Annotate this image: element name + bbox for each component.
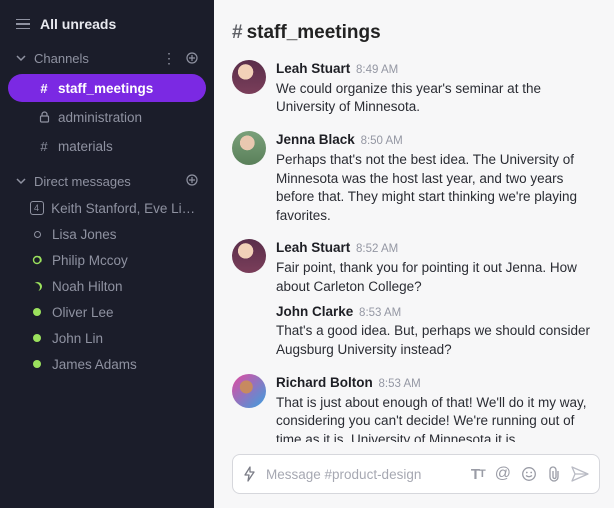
- message-row: Richard Bolton 8:53 AMThat is just about…: [232, 374, 596, 442]
- channel-label: administration: [58, 110, 142, 125]
- presence-icon: [28, 282, 46, 291]
- message-input[interactable]: [266, 467, 461, 482]
- lightning-icon[interactable]: [243, 466, 256, 482]
- message-header: Leah Stuart 8:52 AM: [276, 239, 596, 258]
- formatting-icon[interactable]: TT: [471, 466, 485, 483]
- presence-icon: [28, 334, 46, 342]
- attachment-icon[interactable]: [547, 466, 561, 482]
- sidebar-dm-item[interactable]: James Adams: [0, 351, 214, 377]
- dm-name: Oliver Lee: [52, 305, 114, 320]
- message-composer[interactable]: TT @: [232, 454, 600, 494]
- presence-icon: [28, 308, 46, 316]
- message-body: Leah Stuart 8:52 AMFair point, thank you…: [276, 239, 596, 296]
- message-row: Leah Stuart 8:52 AMFair point, thank you…: [232, 239, 596, 296]
- presence-icon: [28, 255, 46, 265]
- main-panel: # staff_meetings Leah Stuart 8:49 AMWe c…: [214, 0, 614, 508]
- sidebar-dm-item[interactable]: Oliver Lee: [0, 299, 214, 325]
- dm-name: Keith Stanford, Eve Libe...: [51, 201, 200, 216]
- presence-icon: 4: [28, 201, 45, 215]
- message-text: Perhaps that's not the best idea. The Un…: [276, 151, 596, 226]
- message-time: 8:50 AM: [361, 135, 403, 147]
- message-header: Richard Bolton 8:53 AM: [276, 374, 596, 393]
- more-icon[interactable]: ⋮: [162, 50, 176, 67]
- message-text: That is just about enough of that! We'll…: [276, 394, 596, 442]
- dms-label: Direct messages: [34, 174, 176, 189]
- message-author: Jenna Black: [276, 132, 355, 147]
- hash-icon: #: [232, 22, 243, 44]
- avatar: [232, 239, 266, 273]
- message-body: Leah Stuart 8:49 AMWe could organize thi…: [276, 60, 596, 117]
- message-time: 8:49 AM: [356, 64, 398, 76]
- message-row: Leah Stuart 8:49 AMWe could organize thi…: [232, 60, 596, 117]
- message-body: John Clarke 8:53 AMThat's a good idea. B…: [276, 303, 596, 360]
- chevron-down-icon: [16, 51, 26, 66]
- message-text: That's a good idea. But, perhaps we shou…: [276, 322, 596, 359]
- message-header: Jenna Black 8:50 AM: [276, 131, 596, 150]
- dms-section-header[interactable]: Direct messages: [0, 167, 214, 195]
- message-time: 8:52 AM: [356, 243, 398, 255]
- dm-name: Philip Mccoy: [52, 253, 128, 268]
- sidebar-dm-item[interactable]: Philip Mccoy: [0, 247, 214, 273]
- avatar: [232, 374, 266, 408]
- sidebar-channel-administration[interactable]: administration: [8, 103, 206, 131]
- hash-icon: #: [34, 139, 54, 154]
- message-row: Jenna Black 8:50 AMPerhaps that's not th…: [232, 131, 596, 225]
- emoji-icon[interactable]: [521, 466, 537, 482]
- channels-section-header[interactable]: Channels ⋮: [0, 44, 214, 73]
- avatar: [232, 131, 266, 165]
- sidebar-dm-item[interactable]: Noah Hilton: [0, 273, 214, 299]
- channel-label: staff_meetings: [58, 81, 153, 96]
- add-channel-icon[interactable]: [186, 51, 198, 67]
- channel-title: # staff_meetings: [232, 12, 600, 60]
- channels-label: Channels: [34, 51, 152, 66]
- send-icon[interactable]: [571, 466, 589, 482]
- message-text: Fair point, thank you for pointing it ou…: [276, 259, 596, 296]
- sidebar-dm-item[interactable]: Lisa Jones: [0, 221, 214, 247]
- chevron-down-icon: [16, 174, 26, 189]
- dm-name: James Adams: [52, 357, 137, 372]
- presence-icon: [28, 231, 46, 238]
- all-unreads-label: All unreads: [40, 16, 116, 32]
- avatar: [232, 60, 266, 94]
- channel-label: materials: [58, 139, 113, 154]
- sidebar-channel-materials[interactable]: # materials: [8, 132, 206, 160]
- message-list: Leah Stuart 8:49 AMWe could organize thi…: [232, 60, 600, 442]
- lock-icon: [34, 111, 54, 123]
- message-author: Leah Stuart: [276, 61, 350, 76]
- sidebar-dm-item[interactable]: John Lin: [0, 325, 214, 351]
- presence-icon: [28, 360, 46, 368]
- message-header: Leah Stuart 8:49 AM: [276, 60, 596, 79]
- add-dm-icon[interactable]: [186, 173, 198, 189]
- all-unreads-header[interactable]: All unreads: [0, 6, 214, 44]
- dm-name: John Lin: [52, 331, 103, 346]
- sidebar-channel-staff_meetings[interactable]: # staff_meetings: [8, 74, 206, 102]
- menu-icon: [16, 19, 30, 30]
- message-text: We could organize this year's seminar at…: [276, 80, 596, 117]
- message-time: 8:53 AM: [359, 307, 401, 319]
- message-body: Jenna Black 8:50 AMPerhaps that's not th…: [276, 131, 596, 225]
- message-time: 8:53 AM: [379, 378, 421, 390]
- message-header: John Clarke 8:53 AM: [276, 303, 596, 322]
- message-author: Leah Stuart: [276, 240, 350, 255]
- message-author: Richard Bolton: [276, 375, 373, 390]
- message-row: John Clarke 8:53 AMThat's a good idea. B…: [232, 303, 596, 360]
- hash-icon: #: [34, 81, 54, 96]
- mention-icon[interactable]: @: [495, 465, 511, 483]
- message-author: John Clarke: [276, 304, 353, 319]
- channel-name: staff_meetings: [247, 22, 381, 44]
- dm-name: Noah Hilton: [52, 279, 123, 294]
- message-body: Richard Bolton 8:53 AMThat is just about…: [276, 374, 596, 442]
- sidebar-dm-item[interactable]: 4 Keith Stanford, Eve Libe...: [0, 195, 214, 221]
- dm-name: Lisa Jones: [52, 227, 117, 242]
- sidebar: All unreads Channels ⋮ # staff_meetingsad…: [0, 0, 214, 508]
